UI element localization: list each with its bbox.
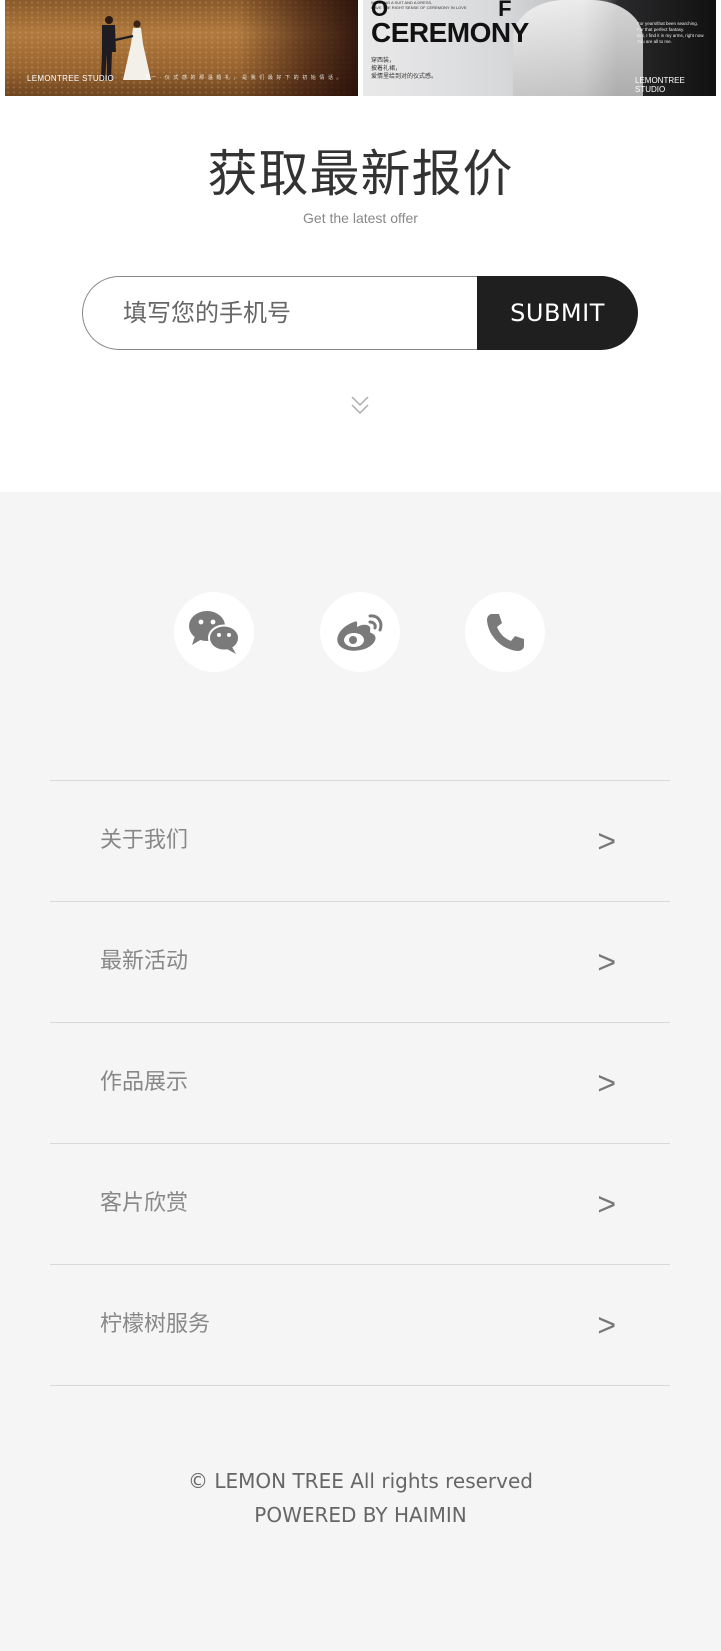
social-links xyxy=(0,592,721,672)
chevron-right-icon: > xyxy=(597,1065,616,1101)
weibo-icon xyxy=(337,614,383,651)
wedding-photo-left[interactable]: LEMONTREE STUDIO 再一 · 仪 式 感 的 那 温 婚 礼 ， … xyxy=(5,0,358,96)
footer-menu: 关于我们 > 最新活动 > 作品展示 > 客片欣赏 > 柠檬树服务 > xyxy=(50,780,670,1386)
chevron-right-icon: > xyxy=(597,1307,616,1343)
copyright-text: © LEMON TREE All rights reserved xyxy=(188,1469,533,1493)
menu-item-client-gallery[interactable]: 客片欣赏 > xyxy=(50,1144,670,1265)
phone-icon xyxy=(487,614,524,651)
chevron-double-down-icon[interactable] xyxy=(350,394,370,416)
menu-item-label: 作品展示 xyxy=(100,1070,189,1095)
menu-item-label: 客片欣赏 xyxy=(100,1191,189,1216)
phone-form: SUBMIT xyxy=(82,276,638,350)
photo-shade xyxy=(238,0,358,96)
wechat-button[interactable] xyxy=(174,592,254,672)
weibo-button[interactable] xyxy=(320,592,400,672)
menu-item-label: 柠檬树服务 xyxy=(100,1312,211,1337)
offer-title: 获取最新报价 xyxy=(207,145,514,203)
chinese-caption-line: 爱情里给到对的仪式感。 xyxy=(371,73,438,80)
wedding-photo-right[interactable]: WEARING A SUIT AND A DRESS, HAVE THE RIG… xyxy=(363,0,716,96)
offer-subtitle: Get the latest offer xyxy=(303,210,418,226)
menu-item-services[interactable]: 柠檬树服务 > xyxy=(50,1265,670,1386)
top-banner: LEMONTREE STUDIO 再一 · 仪 式 感 的 那 温 婚 礼 ， … xyxy=(0,0,721,96)
chevron-right-icon: > xyxy=(597,944,616,980)
powered-by-text: POWERED BY HAIMIN xyxy=(254,1503,467,1527)
phone-button[interactable] xyxy=(465,592,545,672)
footer: 关于我们 > 最新活动 > 作品展示 > 客片欣赏 > 柠檬树服务 > © LE… xyxy=(0,492,721,1651)
photo-caption-left: 再一 · 仪 式 感 的 那 温 婚 礼 ， 是 我 们 最 好 下 的 初 始… xyxy=(145,75,343,81)
phone-input[interactable] xyxy=(82,276,482,350)
quote-line: You are all to me. xyxy=(637,39,672,44)
menu-item-label: 关于我们 xyxy=(100,828,189,853)
chevron-right-icon: > xyxy=(597,823,616,859)
menu-item-portfolio[interactable]: 作品展示 > xyxy=(50,1023,670,1144)
chinese-caption-line: 披着礼裙， xyxy=(371,65,402,72)
wechat-icon xyxy=(189,611,240,654)
menu-item-label: 最新活动 xyxy=(100,949,189,974)
submit-button[interactable]: SUBMIT xyxy=(477,276,638,350)
chinese-caption-line: 穿西装， xyxy=(371,57,396,64)
english-quote: For years/that been searching. For that … xyxy=(637,21,705,45)
menu-item-latest-events[interactable]: 最新活动 > xyxy=(50,902,670,1023)
chevron-right-icon: > xyxy=(597,1186,616,1222)
copyright: © LEMON TREE All rights reserved POWERED… xyxy=(0,1464,721,1532)
brand-watermark-left: LEMONTREE STUDIO xyxy=(27,74,115,83)
ceremony-headline: CEREMONY xyxy=(371,17,529,48)
menu-item-about[interactable]: 关于我们 > xyxy=(50,781,670,902)
brand-watermark-right: LEMONTREE STUDIO xyxy=(635,76,685,94)
chinese-caption: 穿西装， 披着礼裙， 爱情里给到对的仪式感。 xyxy=(371,57,437,81)
